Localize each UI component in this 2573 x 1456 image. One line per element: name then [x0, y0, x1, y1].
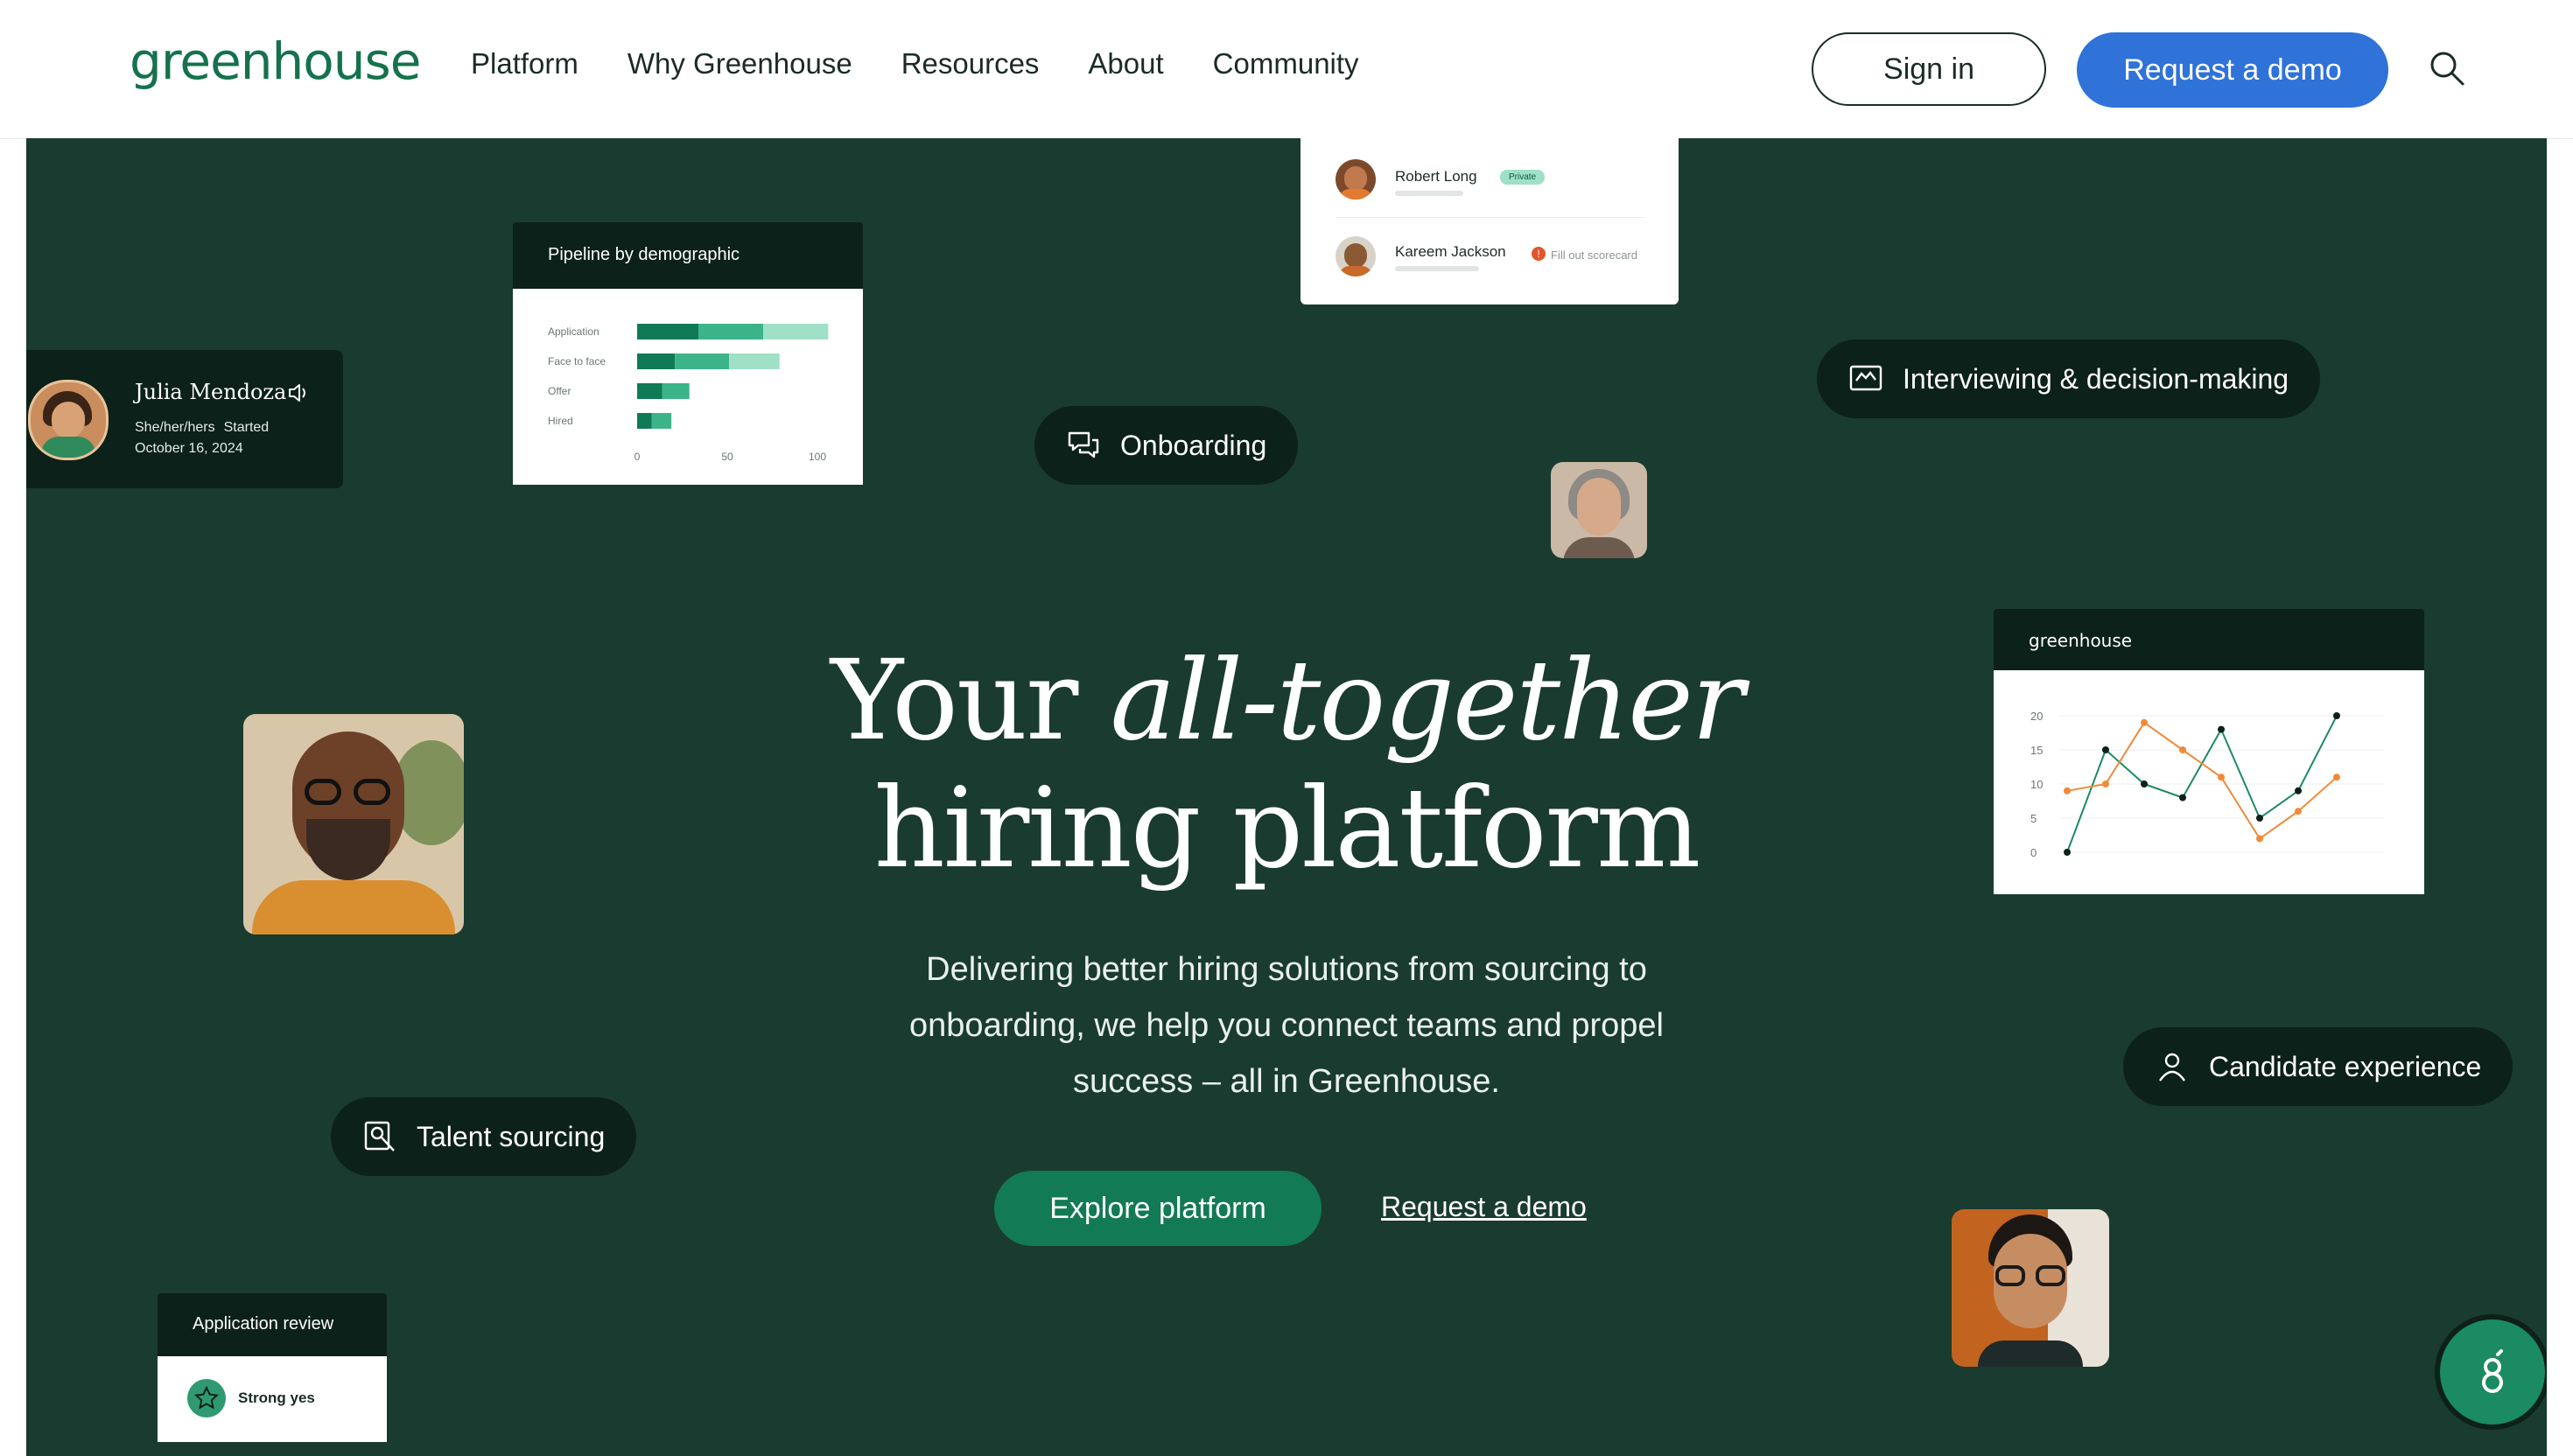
bar-axis-tick: 50: [721, 451, 733, 463]
talent-sourcing-label: Talent sourcing: [417, 1120, 606, 1152]
placeholder-line: [1395, 191, 1463, 196]
alert-icon: !: [1532, 247, 1546, 261]
application-review-card: Application review Strong yes: [158, 1293, 387, 1442]
main-nav: Platform Why Greenhouse Resources About …: [471, 47, 1359, 80]
divider: [1336, 217, 1644, 218]
interviewing-pill[interactable]: Interviewing & decision-making: [1817, 340, 2321, 418]
candidate-experience-pill[interactable]: Candidate experience: [2123, 1027, 2513, 1106]
speaker-icon[interactable]: [287, 382, 310, 404]
person-icon: [2159, 1053, 2185, 1082]
hero-subtitle: Delivering better hiring solutions from …: [909, 951, 1664, 1100]
profile-status: Started: [223, 420, 270, 435]
bar-category-label: Hired: [548, 415, 573, 427]
application-review-body: Strong yes: [158, 1356, 387, 1442]
explore-platform-button[interactable]: Explore platform: [994, 1171, 1322, 1246]
hero-title-italic: all-together: [1110, 636, 1744, 765]
pipeline-bar-chart: Application Face to face Offer Hired 0 50 100: [548, 324, 829, 463]
bar-segment: [651, 413, 672, 429]
bar-segment: [763, 324, 829, 340]
scorecard-person1: Robert Long: [1395, 168, 1477, 185]
site-header: greenhouse Platform Why Greenhouse Resou…: [0, 0, 2573, 139]
request-demo-button[interactable]: Request a demo: [2077, 32, 2388, 108]
hero-title: Your all-together hiring platform: [26, 637, 2547, 892]
sign-in-button[interactable]: Sign in: [1812, 32, 2046, 106]
hero-title-line2: hiring platform: [873, 764, 1701, 892]
pipeline-chart-title: Pipeline by demographic: [548, 245, 740, 264]
bar-segment: [729, 354, 780, 369]
onboarding-label: Onboarding: [1120, 429, 1267, 461]
request-demo-link[interactable]: Request a demo: [1381, 1191, 1587, 1223]
scorecard-card: Robert Long Private Kareem Jackson ! Fil…: [1301, 138, 1679, 304]
interviewing-label: Interviewing & decision-making: [1903, 362, 2289, 395]
profile-date: October 16, 2024: [135, 441, 243, 456]
greenhouse-logo-icon[interactable]: [2440, 1320, 2545, 1424]
greenhouse-logo[interactable]: greenhouse: [130, 32, 421, 91]
candidate-experience-label: Candidate experience: [2209, 1050, 2482, 1082]
bar-axis-tick: 0: [634, 451, 641, 463]
review-result: Strong yes: [238, 1390, 315, 1406]
search-icon[interactable]: [2428, 49, 2466, 88]
chat-bubbles-icon: [1068, 431, 1099, 458]
bar-segment: [637, 383, 663, 399]
nav-why-greenhouse[interactable]: Why Greenhouse: [627, 47, 852, 80]
nav-about[interactable]: About: [1088, 47, 1163, 80]
profile-pronouns: She/her/hers: [135, 420, 215, 435]
private-badge: Private: [1500, 170, 1546, 185]
bar-category-label: Face to face: [548, 355, 606, 368]
talent-sourcing-pill[interactable]: Talent sourcing: [331, 1097, 637, 1176]
bar-axis-tick: 100: [809, 451, 826, 463]
bar-segment: [698, 324, 764, 340]
bar-segment: [637, 413, 652, 429]
pipeline-chart-card: Pipeline by demographic Application Face …: [513, 222, 863, 485]
bar-category-label: Offer: [548, 385, 571, 397]
nav-resources[interactable]: Resources: [901, 47, 1040, 80]
profile-name: Julia Mendoza: [135, 380, 287, 404]
avatar: [1336, 159, 1376, 200]
bar-category-label: Application: [548, 326, 599, 338]
onboarding-pill[interactable]: Onboarding: [1034, 406, 1299, 485]
bar-segment: [637, 324, 699, 340]
application-review-title: Application review: [193, 1314, 334, 1334]
pipeline-chart-body: Application Face to face Offer Hired 0 50 100: [513, 289, 863, 485]
avatar: [1336, 236, 1376, 276]
candidate-photo: [1551, 462, 1647, 558]
candidate-photo: [1952, 1209, 2109, 1367]
bar-segment: [662, 383, 690, 399]
scorecard-person2: Kareem Jackson: [1395, 243, 1506, 260]
placeholder-line: [1395, 266, 1479, 271]
bar-segment: [637, 354, 676, 369]
profile-meta: She/her/hers Started: [135, 420, 269, 436]
profile-search-icon: [364, 1121, 395, 1152]
bar-segment: [675, 354, 730, 369]
star-icon: [187, 1379, 226, 1418]
nav-platform[interactable]: Platform: [471, 47, 578, 80]
profile-card: Julia Mendoza She/her/hers Started Octob…: [26, 350, 343, 488]
hero-title-plain: Your: [830, 636, 1111, 765]
nav-community[interactable]: Community: [1213, 47, 1359, 80]
avatar: [28, 380, 109, 460]
scorecard-note[interactable]: Fill out scorecard: [1551, 248, 1637, 262]
hero-section: Julia Mendoza She/her/hers Started Octob…: [26, 138, 2547, 1456]
presentation-icon: [1849, 365, 1882, 391]
